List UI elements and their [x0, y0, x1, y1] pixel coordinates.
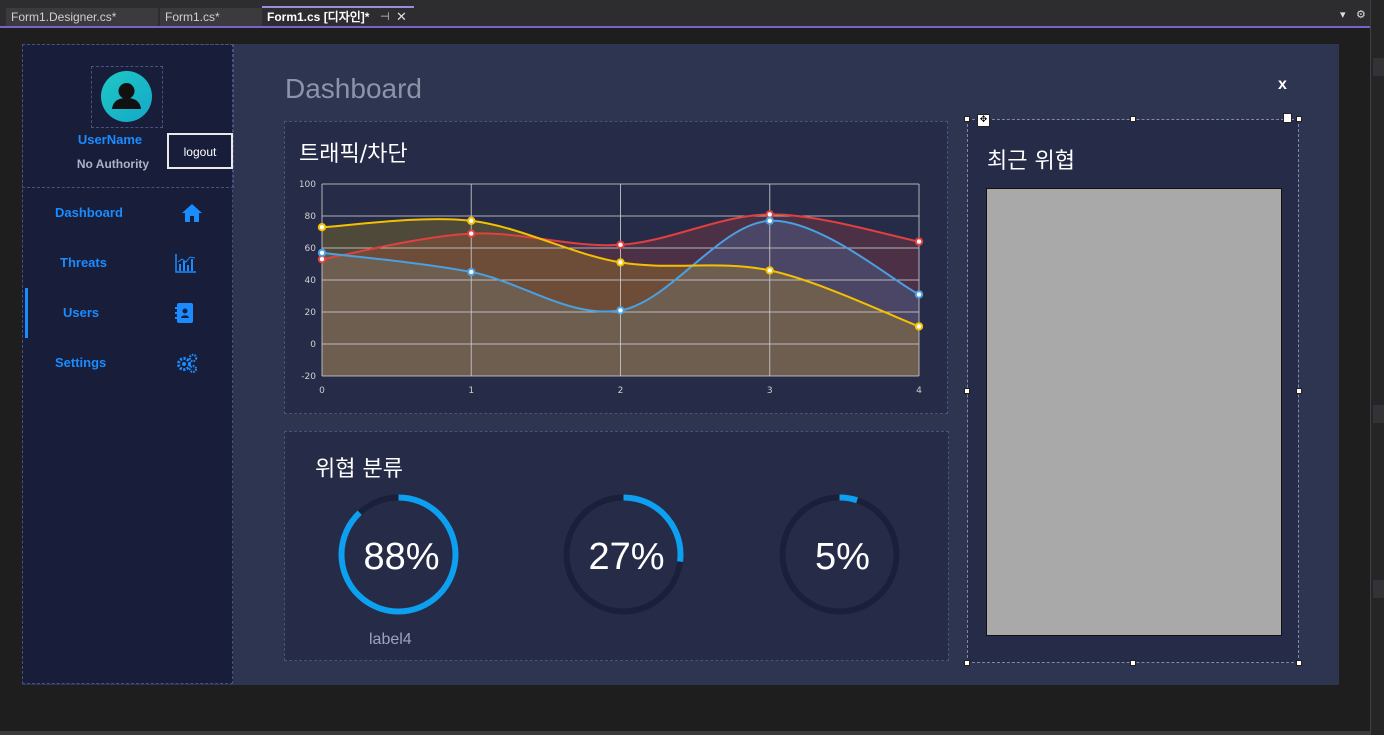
smart-tag-icon[interactable] [1283, 113, 1292, 123]
y-tick-label: 60 [305, 244, 317, 254]
authority-label: No Authority [76, 157, 150, 171]
tool-band [1373, 405, 1384, 423]
x-tick-label: 2 [618, 386, 624, 396]
recent-threats-title: 최근 위협 [987, 149, 1075, 174]
classification-panel-title: 위협 분류 [315, 457, 403, 482]
resize-handle[interactable] [1130, 660, 1136, 666]
data-point [765, 216, 774, 226]
data-point [616, 258, 625, 267]
y-tick-label: 40 [305, 276, 317, 286]
data-point [616, 240, 625, 250]
resize-handle[interactable] [1296, 116, 1302, 122]
data-point [914, 237, 924, 246]
address-book-icon [175, 303, 193, 323]
gears-icon [177, 353, 198, 374]
move-handle-icon[interactable]: ✥ [977, 114, 990, 127]
user-icon [112, 83, 141, 109]
resize-handle[interactable] [1296, 388, 1302, 394]
x-tick-label: 3 [767, 386, 773, 396]
y-tick-label: 0 [310, 340, 316, 350]
tab-label: Form1.Designer.cs* [11, 10, 117, 24]
side-tool-panel [1370, 0, 1384, 735]
x-tick-label: 4 [916, 386, 922, 396]
tool-band [1373, 580, 1384, 598]
x-tick-label: 0 [319, 386, 325, 396]
logout-button[interactable]: logout [167, 133, 233, 169]
data-point [467, 216, 476, 226]
y-tick-label: -20 [301, 372, 316, 382]
tab-form1-designer[interactable]: Form1.Designer.cs* [6, 8, 158, 26]
data-point [616, 306, 625, 315]
close-button[interactable]: x [1278, 76, 1287, 94]
close-tab-icon[interactable]: ✕ [396, 8, 407, 26]
home-icon [182, 204, 202, 222]
resize-handle[interactable] [964, 388, 970, 394]
y-tick-label: 80 [305, 212, 317, 222]
traffic-chart: -200204060801000 1 2 3 4 [299, 180, 924, 396]
document-tab-strip: Form1.Designer.cs* Form1.cs* Form1.cs [디… [0, 0, 1370, 28]
tab-dropdown-icon[interactable]: ▾ [1340, 8, 1346, 21]
sidebar-item-dashboard[interactable]: Dashboard [25, 188, 234, 238]
sidebar-item-label: Settings [55, 355, 107, 370]
sidebar-item-label: Threats [60, 255, 107, 270]
data-point [467, 267, 476, 277]
resize-handle[interactable] [964, 660, 970, 666]
x-tick-label: 1 [468, 386, 474, 396]
tab-label: Form1.cs [디자인]* [267, 10, 370, 24]
data-point [914, 322, 924, 331]
tab-form1-cs[interactable]: Form1.cs* [160, 8, 262, 26]
data-point [317, 223, 327, 232]
gauge-1-value: 88% [363, 536, 440, 578]
resize-handle[interactable] [1296, 660, 1302, 666]
tab-accent-line [0, 26, 1370, 28]
pin-icon[interactable]: ⊣ [380, 8, 390, 26]
gauge-1-label: label4 [369, 631, 412, 648]
sidebar-item-threats[interactable]: Threats [25, 238, 234, 288]
tool-band [1373, 58, 1384, 76]
data-point [765, 266, 774, 275]
data-point [467, 229, 476, 238]
page-title: Dashboard [285, 73, 422, 104]
gauge-3-value: 5% [815, 536, 870, 578]
data-point [914, 290, 924, 299]
resize-handle[interactable] [1130, 116, 1136, 122]
tab-form1-design[interactable]: Form1.cs [디자인]* ⊣ ✕ [262, 6, 414, 27]
y-tick-label: 100 [299, 180, 316, 190]
avatar [101, 71, 152, 122]
username-label: UserName [77, 132, 143, 147]
sidebar-item-settings[interactable]: Settings [25, 338, 234, 388]
recent-threats-list[interactable] [986, 188, 1282, 636]
sidebar-item-label: Users [63, 305, 100, 320]
y-tick-label: 20 [305, 308, 317, 318]
tab-label: Form1.cs* [165, 10, 220, 24]
status-strip [0, 731, 1370, 735]
settings-icon[interactable]: ⚙ [1356, 8, 1366, 21]
data-point [317, 248, 327, 258]
bar-chart-icon [175, 254, 196, 273]
resize-handle[interactable] [964, 116, 970, 122]
sidebar-item-label: Dashboard [55, 205, 123, 220]
gauge-2-value: 27% [588, 536, 665, 578]
sidebar-item-users[interactable]: Users [25, 288, 237, 338]
